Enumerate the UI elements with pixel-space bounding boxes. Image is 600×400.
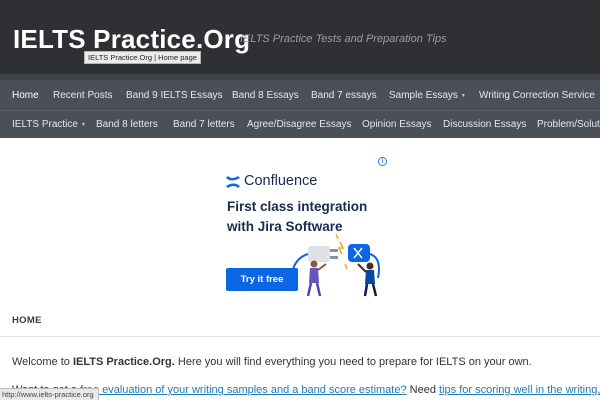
nav-item-band8-letters[interactable]: Band 8 letters (96, 111, 158, 138)
nav-item-agree-disagree[interactable]: Agree/Disagree Essays (247, 111, 352, 138)
chevron-down-icon: ▾ (81, 122, 85, 128)
breadcrumb: HOME (12, 315, 42, 326)
chevron-down-icon: ▾ (461, 92, 465, 99)
nav-label: Discussion Essays (443, 119, 527, 130)
nav-item-band9-essays[interactable]: Band 9 IELTS Essays (126, 80, 223, 110)
nav-label: Writing Correction Service (479, 89, 595, 101)
welcome-text-post: Here you will find everything you need t… (174, 356, 532, 368)
site-tagline: IELTS Practice Tests and Preparation Tip… (240, 33, 447, 45)
nav-item-band7-letters[interactable]: Band 7 letters (173, 111, 235, 138)
nav-label: Band 7 essays (311, 89, 377, 101)
intro-paragraph: Want to get a free evaluation of your wr… (12, 384, 600, 396)
nav-label: Sample Essays (389, 89, 458, 101)
intro-text-mid: Need (406, 384, 440, 396)
plug-illustration-icon (291, 233, 380, 297)
title-tooltip: IELTS Practice.Org | Home page (84, 51, 201, 64)
ad-brand-name: Confluence (244, 173, 318, 189)
welcome-text-pre: Welcome to (12, 356, 73, 368)
free-evaluation-link[interactable]: free evaluation of your writing samples … (80, 384, 407, 396)
nav-label: Agree/Disagree Essays (247, 119, 352, 130)
nav-label: IELTS Practice (12, 119, 78, 130)
nav-label: Recent Posts (53, 89, 113, 101)
nav-item-writing-correction[interactable]: Writing Correction Service (479, 80, 595, 110)
nav-label: Band 9 IELTS Essays (126, 89, 223, 101)
nav-label: Problem/Soluti (537, 119, 600, 130)
nav-item-band8-essays[interactable]: Band 8 Essays (232, 80, 299, 110)
nav-item-sample-essays[interactable]: Sample Essays ▾ (389, 80, 465, 110)
confluence-logo-icon (226, 176, 240, 188)
ad-try-free-button[interactable]: Try it free (226, 268, 298, 291)
nav-label: Band 7 letters (173, 119, 235, 130)
nav-item-recent-posts[interactable]: Recent Posts (53, 80, 112, 110)
welcome-site-name: IELTS Practice.Org. (72, 356, 175, 368)
content-divider (0, 336, 600, 337)
nav-item-problem-solution[interactable]: Problem/Soluti (537, 111, 600, 138)
writing-tips-link[interactable]: tips for scoring well in the writing, (439, 384, 600, 396)
main-nav-row-2: IELTS Practice ▾ Band 8 letters Band 7 le… (0, 110, 600, 138)
welcome-paragraph: Welcome to IELTS Practice.Org. Here you … (12, 356, 532, 368)
nav-label: Band 8 Essays (232, 89, 299, 101)
browser-status-bar: http://www.ielts-practice.org (0, 388, 99, 400)
nav-label: Home (12, 89, 39, 101)
nav-item-home[interactable]: Home (12, 80, 39, 110)
nav-label: Band 8 letters (96, 119, 158, 130)
nav-item-discussion-essays[interactable]: Discussion Essays (443, 111, 526, 138)
nav-label: Opinion Essays (362, 119, 432, 130)
ad-info-icon[interactable]: i (378, 157, 387, 166)
nav-item-ielts-practice[interactable]: IELTS Practice ▾ (12, 111, 85, 138)
nav-item-opinion-essays[interactable]: Opinion Essays (362, 111, 431, 138)
nav-item-band7-essays[interactable]: Band 7 essays (311, 80, 377, 110)
site-header: IELTS Practice.Org IELTS Practice Tests … (0, 0, 600, 74)
main-nav-row-1: Home Recent Posts Band 9 IELTS Essays Ba… (0, 80, 600, 110)
